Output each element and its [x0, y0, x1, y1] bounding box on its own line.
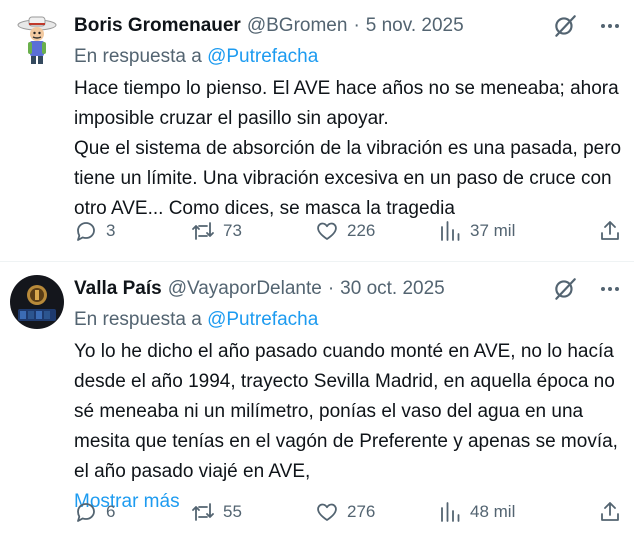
reply-icon	[77, 503, 95, 522]
share-icon	[601, 502, 619, 521]
like-icon	[317, 222, 337, 240]
views-button[interactable]: 37 mil	[438, 219, 515, 243]
like-count: 226	[347, 221, 376, 240]
tweet-content: Boris Gromenauer @BGromen · 5 nov. 2025 …	[74, 12, 622, 224]
reply-button[interactable]: 6	[74, 500, 115, 524]
reply-mention-link[interactable]: @Putrefacha	[207, 309, 318, 330]
retweet-count: 55	[223, 502, 242, 521]
grok-icon[interactable]	[552, 13, 578, 39]
avatar[interactable]	[10, 12, 64, 66]
like-button[interactable]: 276	[315, 500, 375, 524]
display-name[interactable]: Boris Gromenauer	[74, 15, 241, 37]
views-count: 48 mil	[470, 502, 516, 521]
grok-icon[interactable]	[552, 276, 578, 302]
like-count: 276	[347, 502, 376, 521]
reply-prefix: En respuesta a	[74, 309, 208, 330]
tweet-date[interactable]: 5 nov. 2025	[366, 15, 464, 37]
tweet-text: Hace tiempo lo pienso. El AVE hace años …	[74, 78, 622, 219]
cartoon-character-avatar-icon	[10, 12, 64, 66]
reply-count: 3	[106, 221, 116, 240]
reply-context: En respuesta a @Putrefacha	[74, 44, 622, 70]
retweet-button[interactable]: 55	[191, 500, 242, 524]
tweet-actions: 6 55 276 48 mil	[74, 499, 622, 525]
tweet-header: Boris Gromenauer @BGromen · 5 nov. 2025	[74, 12, 622, 40]
reply-mention-link[interactable]: @Putrefacha	[207, 46, 318, 67]
views-button[interactable]: 48 mil	[438, 500, 515, 524]
tweet-header-icons	[552, 12, 622, 40]
reply-count: 6	[106, 502, 116, 521]
avatar[interactable]	[10, 275, 64, 329]
separator-dot: ·	[353, 15, 360, 36]
retweet-count: 73	[223, 221, 242, 240]
reply-button[interactable]: 3	[74, 219, 115, 243]
views-icon	[441, 221, 460, 241]
like-button[interactable]: 226	[315, 219, 375, 243]
reply-icon	[77, 222, 95, 241]
tweet[interactable]: Valla País @VayaporDelante · 30 oct. 202…	[0, 262, 634, 543]
user-handle[interactable]: @VayaporDelante	[168, 278, 322, 300]
retweet-button[interactable]: 73	[191, 219, 242, 243]
share-button[interactable]	[598, 219, 622, 243]
share-icon	[601, 221, 619, 240]
tweet-actions: 3 73 226 37 mil	[74, 218, 622, 244]
tweet-header: Valla País @VayaporDelante · 30 oct. 202…	[74, 275, 622, 303]
tweet-content: Valla País @VayaporDelante · 30 oct. 202…	[74, 275, 622, 517]
user-handle[interactable]: @BGromen	[247, 15, 348, 37]
retweet-icon	[192, 222, 214, 240]
tweet[interactable]: Boris Gromenauer @BGromen · 5 nov. 2025 …	[0, 0, 634, 262]
more-icon[interactable]	[598, 277, 622, 301]
reply-context: En respuesta a @Putrefacha	[74, 307, 622, 333]
views-count: 37 mil	[470, 221, 516, 240]
separator-dot: ·	[327, 278, 335, 299]
views-icon	[441, 502, 460, 522]
display-name[interactable]: Valla País	[74, 278, 162, 300]
more-icon[interactable]	[598, 14, 622, 38]
like-icon	[317, 503, 337, 521]
dark-logo-avatar-icon	[10, 275, 64, 329]
tweet-header-icons	[552, 275, 622, 303]
share-button[interactable]	[598, 500, 622, 524]
tweet-date[interactable]: 30 oct. 2025	[340, 278, 445, 300]
reply-prefix: En respuesta a	[74, 46, 208, 67]
retweet-icon	[192, 503, 214, 521]
tweet-text: Yo lo he dicho el año pasado cuando mont…	[74, 341, 618, 482]
